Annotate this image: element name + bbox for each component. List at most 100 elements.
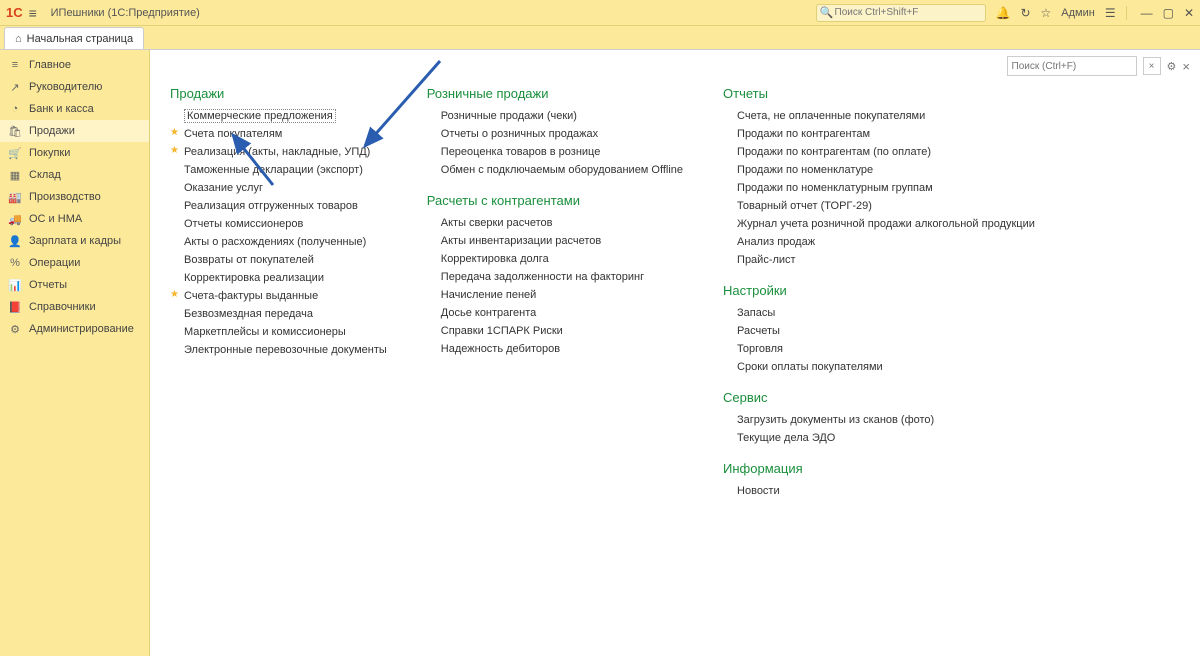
menu-link[interactable]: Обмен с подключаемым оборудованием Offli… bbox=[427, 161, 683, 179]
menu-link[interactable]: Электронные перевозочные документы bbox=[170, 341, 387, 359]
sidebar-item-label: Администрирование bbox=[29, 323, 134, 335]
column: ОтчетыСчета, не оплаченные покупателямиП… bbox=[723, 86, 1035, 500]
global-search-input[interactable] bbox=[816, 4, 986, 22]
sidebar: ≡Главное↗Руководителю ◔ Банк и касса 🛍Прода… bbox=[0, 50, 150, 656]
gear-icon[interactable]: ⚙ bbox=[1167, 60, 1177, 73]
menu-link[interactable]: Продажи по контрагентам (по оплате) bbox=[723, 143, 1035, 161]
sidebar-warehouse-icon: ▦ bbox=[8, 169, 22, 182]
menu-icon[interactable]: ≡ bbox=[29, 6, 43, 20]
menu-link[interactable]: Переоценка товаров в рознице bbox=[427, 143, 683, 161]
sidebar-item-label: Банк и касса bbox=[29, 103, 94, 115]
menu-link[interactable]: Реализация (акты, накладные, УПД) bbox=[170, 143, 387, 161]
menu-link[interactable]: Прайс-лист bbox=[723, 251, 1035, 269]
menu-link[interactable]: Акты сверки расчетов bbox=[427, 214, 683, 232]
menu-link[interactable]: Товарный отчет (ТОРГ-29) bbox=[723, 197, 1035, 215]
menu-link[interactable]: Акты о расхождениях (полученные) bbox=[170, 233, 387, 251]
content-search-input[interactable] bbox=[1007, 56, 1137, 76]
menu-link[interactable]: Отчеты комиссионеров bbox=[170, 215, 387, 233]
menu-link[interactable]: Продажи по контрагентам bbox=[723, 125, 1035, 143]
sidebar-operations[interactable]: %Операции bbox=[0, 252, 149, 274]
menu-link[interactable]: Запасы bbox=[723, 304, 1035, 322]
sidebar-admin-icon: ⚙ bbox=[8, 323, 22, 336]
sidebar-payroll-icon: 👤 bbox=[8, 235, 22, 248]
settings-icon[interactable]: ☰ bbox=[1105, 6, 1116, 20]
menu-link[interactable]: Маркетплейсы и комиссионеры bbox=[170, 323, 387, 341]
bell-icon[interactable]: 🔔 bbox=[996, 6, 1011, 20]
menu-link[interactable]: Возвраты от покупателей bbox=[170, 251, 387, 269]
section-title: Информация bbox=[723, 461, 1035, 476]
menu-link[interactable]: Коммерческие предложения bbox=[170, 107, 387, 125]
sidebar-bank-icon: ◔ bbox=[8, 103, 22, 115]
section-title: Розничные продажи bbox=[427, 86, 683, 101]
sidebar-catalogs[interactable]: 📕 Справочники bbox=[0, 296, 149, 318]
menu-link[interactable]: Справки 1СПАРК Риски bbox=[427, 322, 683, 340]
global-search[interactable]: 🔍 bbox=[816, 4, 986, 22]
content-columns: ПродажиКоммерческие предложенияСчета пок… bbox=[150, 50, 1200, 500]
menu-link[interactable]: Безвозмездная передача bbox=[170, 305, 387, 323]
window-restore-icon[interactable]: ▢ bbox=[1163, 6, 1174, 20]
sidebar-payroll[interactable]: 👤Зарплата и кадры bbox=[0, 230, 149, 252]
sidebar-admin[interactable]: ⚙ Администрирование bbox=[0, 318, 149, 340]
menu-link[interactable]: Отчеты о розничных продажах bbox=[427, 125, 683, 143]
menu-link[interactable]: Текущие дела ЭДО bbox=[723, 429, 1035, 447]
sidebar-manager[interactable]: ↗Руководителю bbox=[0, 76, 149, 98]
menu-link[interactable]: Розничные продажи (чеки) bbox=[427, 107, 683, 125]
menu-link[interactable]: Продажи по номенклатурным группам bbox=[723, 179, 1035, 197]
menu-link[interactable]: Корректировка долга bbox=[427, 250, 683, 268]
sidebar-item-label: Покупки bbox=[29, 147, 70, 159]
sidebar-production-icon: 🏭 bbox=[8, 191, 22, 204]
tab-home[interactable]: ⌂ Начальная страница bbox=[4, 27, 144, 49]
menu-link[interactable]: Торговля bbox=[723, 340, 1035, 358]
menu-link[interactable]: Продажи по номенклатуре bbox=[723, 161, 1035, 179]
sidebar-reports-icon: 📊 bbox=[8, 279, 22, 292]
sidebar-sales-icon: 🛍 bbox=[8, 125, 22, 138]
sidebar-purchases-icon: 🛒 bbox=[8, 147, 22, 160]
sidebar-catalogs-icon: 📕 bbox=[8, 301, 22, 314]
menu-link[interactable]: Таможенные декларации (экспорт) bbox=[170, 161, 387, 179]
content-area: × ⚙ × ПродажиКоммерческие предложенияСче… bbox=[150, 50, 1200, 656]
menu-link[interactable]: Надежность дебиторов bbox=[427, 340, 683, 358]
menu-link[interactable]: Оказание услуг bbox=[170, 179, 387, 197]
menu-link[interactable]: Акты инвентаризации расчетов bbox=[427, 232, 683, 250]
menu-link[interactable]: Начисление пеней bbox=[427, 286, 683, 304]
menu-link-label: Коммерческие предложения bbox=[184, 109, 336, 123]
star-icon[interactable]: ☆ bbox=[1041, 6, 1052, 20]
sidebar-bank[interactable]: ◔ Банк и касса bbox=[0, 98, 149, 120]
section-title: Сервис bbox=[723, 390, 1035, 405]
menu-link[interactable]: Сроки оплаты покупателями bbox=[723, 358, 1035, 376]
titlebar: 1C ≡ ИПешники (1С:Предприятие) 🔍 🔔 ↻ ☆ А… bbox=[0, 0, 1200, 26]
sidebar-item-label: Справочники bbox=[29, 301, 96, 313]
menu-link[interactable]: Счета покупателям bbox=[170, 125, 387, 143]
sidebar-sales[interactable]: 🛍Продажи bbox=[0, 120, 149, 142]
sidebar-warehouse[interactable]: ▦Склад bbox=[0, 164, 149, 186]
sidebar-main[interactable]: ≡Главное bbox=[0, 54, 149, 76]
tab-label: Начальная страница bbox=[27, 33, 133, 45]
menu-link[interactable]: Загрузить документы из сканов (фото) bbox=[723, 411, 1035, 429]
menu-link[interactable]: Счета-фактуры выданные bbox=[170, 287, 387, 305]
sidebar-item-label: Операции bbox=[29, 257, 80, 269]
menu-link[interactable]: Анализ продаж bbox=[723, 233, 1035, 251]
sidebar-assets[interactable]: 🚚ОС и НМА bbox=[0, 208, 149, 230]
search-clear-button[interactable]: × bbox=[1143, 57, 1161, 75]
menu-link[interactable]: Досье контрагента bbox=[427, 304, 683, 322]
section-title: Расчеты с контрагентами bbox=[427, 193, 683, 208]
menu-link[interactable]: Расчеты bbox=[723, 322, 1035, 340]
user-label[interactable]: Админ bbox=[1061, 7, 1095, 19]
window-minimize-icon[interactable]: — bbox=[1141, 6, 1153, 20]
history-icon[interactable]: ↻ bbox=[1020, 6, 1030, 20]
search-icon: 🔍 bbox=[820, 6, 834, 19]
sidebar-reports[interactable]: 📊Отчеты bbox=[0, 274, 149, 296]
menu-link[interactable]: Корректировка реализации bbox=[170, 269, 387, 287]
sidebar-item-label: Руководителю bbox=[29, 81, 102, 93]
window-close-icon[interactable]: ✕ bbox=[1184, 6, 1194, 20]
menu-link[interactable]: Счета, не оплаченные покупателями bbox=[723, 107, 1035, 125]
logo-1c[interactable]: 1C bbox=[6, 5, 23, 20]
menu-link[interactable]: Передача задолженности на факторинг bbox=[427, 268, 683, 286]
menu-link[interactable]: Журнал учета розничной продажи алкогольн… bbox=[723, 215, 1035, 233]
menu-link[interactable]: Реализация отгруженных товаров bbox=[170, 197, 387, 215]
menu-link[interactable]: Новости bbox=[723, 482, 1035, 500]
panel-close-icon[interactable]: × bbox=[1182, 59, 1190, 74]
sidebar-item-label: ОС и НМА bbox=[29, 213, 82, 225]
sidebar-purchases[interactable]: 🛒 Покупки bbox=[0, 142, 149, 164]
sidebar-production[interactable]: 🏭Производство bbox=[0, 186, 149, 208]
